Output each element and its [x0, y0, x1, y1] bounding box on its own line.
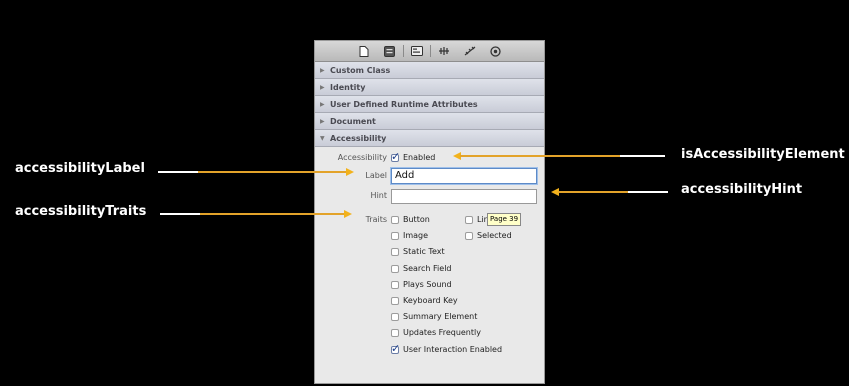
attributes-inspector-icon[interactable] — [431, 41, 457, 61]
trait-checkbox[interactable] — [391, 232, 399, 241]
page-tooltip: Page 39 — [487, 213, 522, 226]
accessibility-enabled-label: Enabled — [403, 153, 436, 162]
trait-checkbox[interactable] — [391, 329, 399, 338]
trait-checkbox[interactable] — [391, 342, 400, 355]
inspector-toolbar — [315, 41, 544, 62]
slide-canvas: ▶ Custom Class ▶ Identity ▶ User Defined… — [0, 0, 849, 386]
accessibility-label-field[interactable]: Add — [391, 168, 537, 184]
callout-accessibility-traits: accessibilityTraits — [15, 204, 147, 219]
file-inspector-icon[interactable] — [351, 41, 377, 61]
trait-label: Static Text — [403, 247, 445, 257]
accessibility-body: Accessibility Enabled Label Add Hint Tra… — [315, 147, 544, 383]
identity-inspector-icon[interactable] — [404, 41, 430, 61]
trait-label: Button — [403, 215, 430, 224]
trait-label: Selected — [477, 231, 512, 241]
trait-checkbox[interactable] — [391, 313, 399, 322]
trait-checkbox[interactable] — [391, 264, 399, 273]
trait-checkbox[interactable] — [391, 280, 399, 289]
section-user-defined-runtime-attributes[interactable]: ▶ User Defined Runtime Attributes — [315, 96, 544, 113]
quick-help-icon[interactable] — [377, 41, 403, 61]
trait-label: Search Field — [403, 263, 452, 273]
accessibility-row-label: Accessibility — [337, 153, 387, 162]
disclosure-triangle-icon[interactable]: ▶ — [320, 79, 330, 96]
section-accessibility[interactable]: ▼ Accessibility — [315, 130, 544, 147]
callout-line — [158, 171, 198, 173]
trait-label: Image — [403, 231, 429, 241]
trait-label: Keyboard Key — [403, 296, 458, 305]
trait-checkbox[interactable] — [465, 232, 473, 241]
trait-checkbox[interactable] — [465, 216, 473, 224]
callout-line — [628, 191, 668, 193]
callout-arrow-icon — [346, 168, 354, 176]
disclosure-triangle-icon[interactable]: ▶ — [320, 113, 330, 130]
inspector-sections: ▶ Custom Class ▶ Identity ▶ User Defined… — [315, 62, 544, 147]
hint-row-label: Hint — [370, 191, 387, 200]
section-label: Identity — [330, 82, 366, 92]
disclosure-triangle-icon[interactable]: ▶ — [320, 62, 330, 79]
connections-inspector-icon[interactable] — [483, 41, 509, 61]
size-inspector-icon[interactable] — [457, 41, 483, 61]
disclosure-triangle-expanded-icon[interactable]: ▼ — [320, 130, 330, 147]
callout-line — [200, 213, 346, 215]
callout-accessibility-hint: accessibilityHint — [681, 182, 803, 197]
trait-label: Summary Element — [403, 312, 478, 322]
section-label: User Defined Runtime Attributes — [330, 99, 478, 109]
section-label: Custom Class — [330, 65, 391, 75]
section-document[interactable]: ▶ Document — [315, 113, 544, 130]
disclosure-triangle-icon[interactable]: ▶ — [320, 96, 330, 113]
callout-accessibility-label: accessibilityLabel — [15, 161, 145, 176]
trait-label: Plays Sound — [403, 279, 452, 289]
trait-checkbox[interactable] — [391, 248, 399, 257]
callout-line — [558, 191, 628, 193]
callout-is-accessibility-element: isAccessibilityElement — [681, 147, 845, 162]
accessibility-enabled-checkbox[interactable] — [391, 150, 400, 163]
trait-checkbox[interactable] — [391, 297, 399, 305]
section-custom-class[interactable]: ▶ Custom Class — [315, 62, 544, 79]
callout-line — [198, 171, 348, 173]
section-label: Accessibility — [330, 133, 387, 143]
callout-line — [160, 213, 200, 215]
trait-label: Updates Frequently — [403, 328, 481, 338]
callout-line — [460, 155, 620, 157]
trait-label: User Interaction Enabled — [403, 344, 503, 354]
trait-checkbox[interactable] — [391, 216, 399, 224]
callout-line — [620, 155, 665, 157]
accessibility-hint-field[interactable] — [391, 189, 537, 204]
section-label: Document — [330, 116, 376, 126]
callout-arrow-icon — [344, 210, 352, 218]
section-identity[interactable]: ▶ Identity — [315, 79, 544, 96]
